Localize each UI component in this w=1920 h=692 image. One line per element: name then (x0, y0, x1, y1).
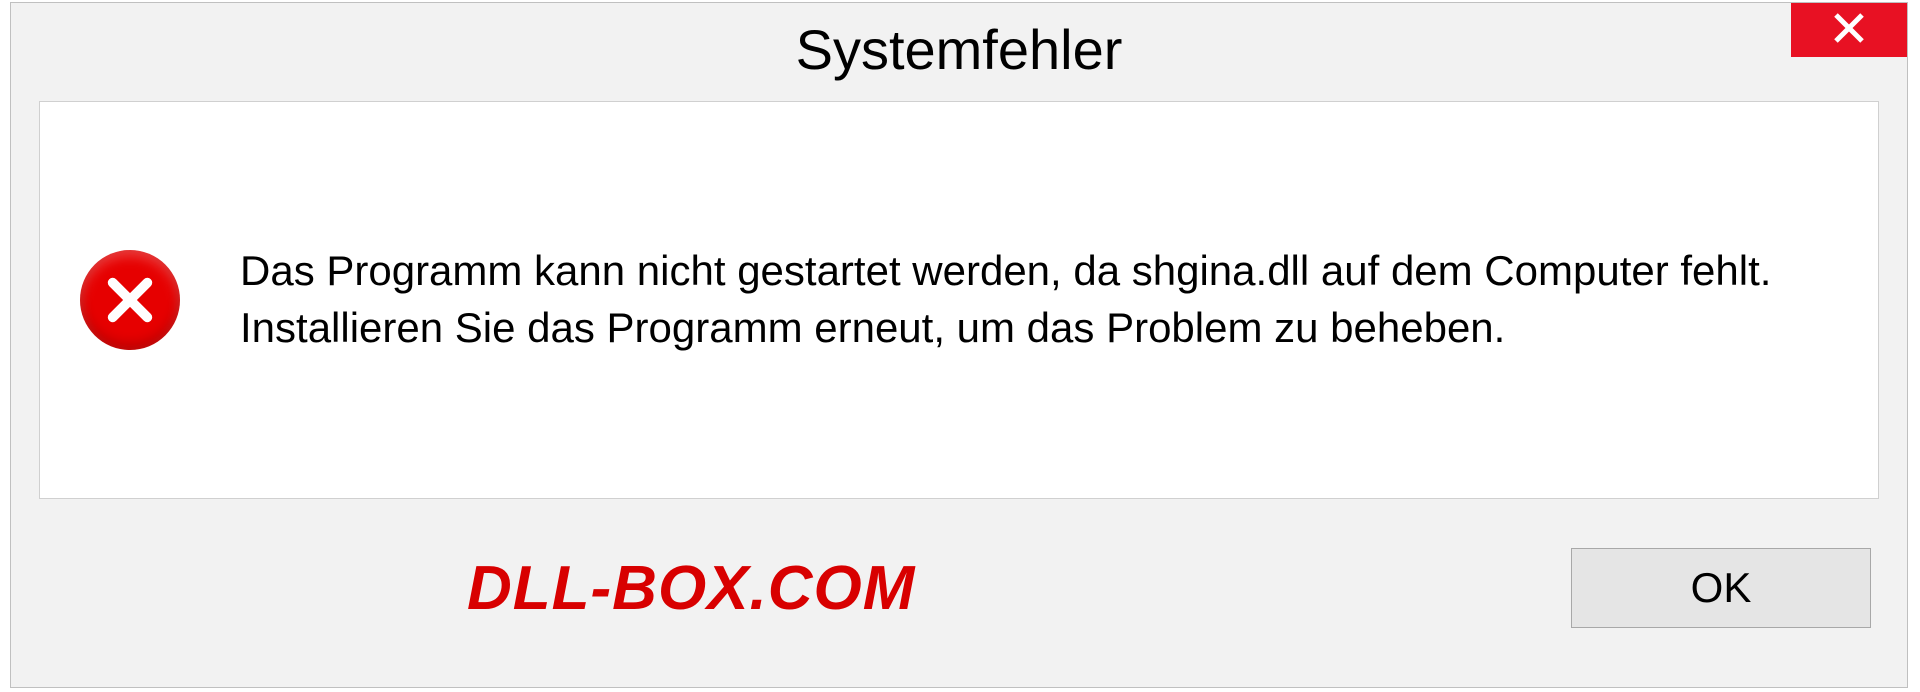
titlebar: Systemfehler (11, 3, 1907, 95)
ok-button[interactable]: OK (1571, 548, 1871, 628)
error-dialog: Systemfehler Das Programm kann nicht ges… (10, 2, 1908, 688)
dialog-footer: DLL-BOX.COM OK (11, 499, 1907, 677)
dialog-title: Systemfehler (796, 17, 1123, 82)
ok-button-label: OK (1691, 564, 1752, 612)
content-area: Das Programm kann nicht gestartet werden… (39, 101, 1879, 499)
close-icon (1834, 13, 1864, 48)
close-button[interactable] (1791, 3, 1907, 57)
error-message: Das Programm kann nicht gestartet werden… (240, 243, 1838, 356)
error-icon (80, 250, 180, 350)
watermark-text: DLL-BOX.COM (467, 553, 915, 624)
